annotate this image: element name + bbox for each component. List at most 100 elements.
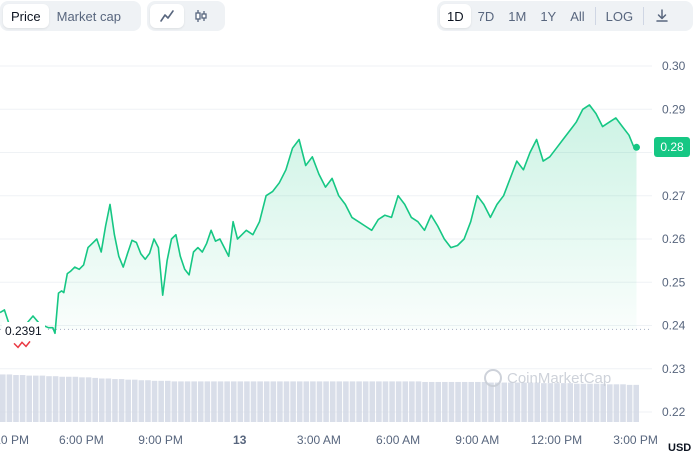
volume-bar bbox=[613, 384, 620, 422]
volume-bar bbox=[574, 383, 580, 422]
volume-bar bbox=[26, 375, 32, 422]
volume-bar bbox=[171, 381, 178, 422]
x-tick-label: 6:00 AM bbox=[376, 433, 420, 447]
y-tick-label: 0.24 bbox=[662, 319, 686, 333]
volume-bar bbox=[85, 377, 92, 422]
volume-bar bbox=[389, 381, 395, 422]
x-tick-label: 3:00 AM bbox=[297, 433, 341, 447]
volume-bar bbox=[369, 381, 376, 422]
volume-bar bbox=[323, 381, 329, 422]
volume-bar bbox=[105, 378, 112, 422]
currency-label: USD bbox=[668, 442, 692, 454]
volume-bar bbox=[131, 379, 138, 422]
volume-bar bbox=[145, 380, 151, 422]
volume-bar bbox=[151, 380, 158, 422]
volume-bar bbox=[13, 375, 19, 422]
volume-bar bbox=[508, 382, 514, 422]
volume-bar bbox=[415, 381, 422, 422]
volume-bar bbox=[475, 381, 481, 422]
volume-bar bbox=[554, 383, 560, 422]
volume-bar bbox=[283, 381, 290, 422]
volume-bar bbox=[567, 383, 574, 422]
volume-bar bbox=[468, 381, 475, 422]
volume-bar bbox=[336, 381, 343, 422]
volume-bar bbox=[98, 378, 105, 422]
volume-bar bbox=[79, 377, 85, 422]
x-tick-label: 9:00 AM bbox=[455, 433, 499, 447]
volume-bar bbox=[237, 381, 244, 422]
volume-bar bbox=[534, 382, 541, 422]
reference-marker-icon bbox=[13, 340, 31, 349]
volume-bar bbox=[19, 375, 26, 422]
volume-bar bbox=[428, 381, 435, 422]
volume-bar bbox=[263, 381, 270, 422]
volume-bar bbox=[593, 383, 600, 422]
volume-bar bbox=[296, 381, 303, 422]
volume-bar bbox=[204, 381, 211, 422]
volume-bar bbox=[409, 381, 415, 422]
y-tick-label: 0.29 bbox=[662, 102, 686, 116]
volume-bar bbox=[494, 382, 501, 422]
y-tick-label: 0.30 bbox=[662, 59, 686, 73]
volume-bar bbox=[587, 383, 593, 422]
open-price-label: 0.2391 bbox=[2, 322, 45, 340]
volume-bar bbox=[303, 381, 310, 422]
volume-bar bbox=[461, 381, 468, 422]
volume-bar bbox=[356, 381, 362, 422]
x-tick-label: 3:00 PM bbox=[613, 433, 658, 447]
volume-bar bbox=[382, 381, 389, 422]
volume-bar bbox=[197, 381, 204, 422]
volume-bar bbox=[329, 381, 336, 422]
y-tick-label: 0.22 bbox=[662, 405, 686, 419]
volume-bar bbox=[230, 381, 237, 422]
volume-bar bbox=[6, 374, 13, 422]
volume-bar bbox=[224, 381, 230, 422]
volume-bar bbox=[277, 381, 283, 422]
volume-bar bbox=[362, 381, 369, 422]
volume-bar bbox=[59, 376, 65, 422]
volume-bar bbox=[481, 381, 488, 422]
volume-bar bbox=[290, 381, 296, 422]
x-tick-label: 6:00 PM bbox=[59, 433, 104, 447]
volume-bar bbox=[435, 381, 442, 422]
x-tick-label: 13 bbox=[233, 433, 247, 447]
volume-bar bbox=[521, 382, 527, 422]
volume-bar bbox=[395, 381, 402, 422]
x-tick-label: 12:00 PM bbox=[531, 433, 582, 447]
y-tick-label: 0.25 bbox=[662, 275, 686, 289]
volume-bar bbox=[541, 383, 547, 422]
y-tick-label: 0.23 bbox=[662, 362, 686, 376]
volume-bar bbox=[52, 376, 59, 422]
volume-bar bbox=[112, 379, 118, 422]
volume-bar bbox=[191, 381, 197, 422]
watermark-text: CoinMarketCap bbox=[507, 369, 612, 387]
volume-bar bbox=[125, 379, 131, 422]
volume-bar bbox=[39, 375, 46, 422]
volume-bar bbox=[118, 379, 125, 422]
volume-bar bbox=[211, 381, 217, 422]
volume-bar bbox=[250, 381, 257, 422]
volume-bar bbox=[580, 383, 587, 422]
volume-bar bbox=[376, 381, 382, 422]
volume-bar bbox=[442, 381, 448, 422]
volume-bar bbox=[244, 381, 250, 422]
volume-bar bbox=[72, 376, 79, 422]
volume-bar bbox=[501, 382, 508, 422]
volume-bar bbox=[217, 381, 224, 422]
volume-bar bbox=[527, 382, 534, 422]
volume-bar bbox=[600, 383, 607, 422]
price-chart[interactable]: 0.30 0.29 0.28 0.27 0.26 0.25 0.24 0.23 0.22 3:1… bbox=[0, 0, 696, 469]
volume-bar bbox=[402, 381, 409, 422]
volume-bar bbox=[46, 376, 52, 422]
volume-bar bbox=[65, 376, 72, 422]
volume-bar bbox=[547, 383, 554, 422]
volume-bar bbox=[0, 374, 6, 422]
volume-bar bbox=[184, 381, 191, 422]
volume-bar bbox=[455, 381, 461, 422]
price-area-fill bbox=[0, 104, 637, 334]
volume-bar bbox=[422, 381, 428, 422]
y-tick-label: 0.27 bbox=[662, 189, 686, 203]
volume-bar bbox=[164, 380, 171, 422]
y-tick-label: 0.26 bbox=[662, 232, 686, 246]
volume-bar bbox=[270, 381, 277, 422]
